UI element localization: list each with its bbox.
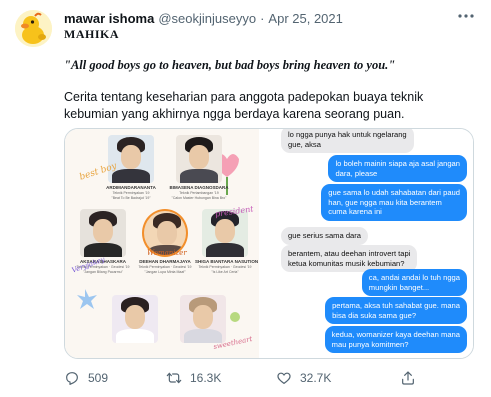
profile-card [173,295,233,343]
card-photo [80,209,126,257]
chat-bubble-incoming: berantem, atau deehan introvert tapi ket… [281,245,418,272]
profile-card [105,295,165,343]
reply-count: 509 [88,371,109,385]
retweet-count: 16.3K [190,371,222,385]
card-line: "Calon Master Hubungan Bina Bro" [171,196,227,200]
chat-bubble-outgoing: pertama, aksa tuh sahabat gue. mana bisa… [325,297,467,324]
profile-card: DEEHAN DHARMAJAYA Teknik Perminyakan · G… [135,209,195,275]
author-handle[interactable]: @seokjinjuseyyo [158,11,256,26]
card-photo [108,135,154,183]
sticker-womanizer: Womanizer [147,249,187,257]
chat-bubble-incoming: gue serius sama dara [281,227,369,245]
profile-card: BIMASENA DIAGNOSDARA Teknik Pertambangan… [169,135,229,201]
tweet-title: MAHIKA [64,27,119,41]
card-line: "Is Like Art Ceria" [211,270,239,274]
tweet-date[interactable]: Apr 25, 2021 [268,11,342,26]
card-photo [176,135,222,183]
more-options-button[interactable] [457,9,475,25]
share-button[interactable] [400,368,416,388]
retweet-button[interactable]: 16.3K [166,368,221,388]
chat-bubble-outgoing: lo boleh mainin siapa aja asal jangan da… [328,155,467,182]
media-divider [259,129,273,358]
tweet-media[interactable]: ARDIMANDARANANTA Teknik Perminyakan '19 … [64,128,474,359]
like-count: 32.7K [300,371,332,385]
tweet-quote: "All good boys go to heaven, but bad boy… [64,57,475,74]
card-line: "Jangan Lupa Minta Maaf" [144,270,186,274]
card-photo [180,295,226,343]
card-line: "Beat To Be Badrajut '19" [111,196,151,200]
tweet-description: Cerita tentang keseharian para anggota p… [64,90,424,121]
duck-avatar-icon [15,10,52,47]
chat-bubble-incoming: lo ngga punya hak untuk ngelarang gue, a… [281,129,414,153]
tweet-actions: 509 16.3K 32.7K [64,368,474,388]
card-photo [112,295,158,343]
heart-icon [277,372,291,384]
chat-bubble-outgoing: gue sama lo udah sahabatan dari paud han… [321,184,467,221]
reply-button[interactable]: 509 [64,368,108,388]
retweet-icon [166,372,182,384]
chat-bubble-outgoing: kedua, womanizer kaya deehan mana mau pu… [324,326,467,353]
share-icon [402,371,414,385]
reply-icon [66,372,78,385]
separator-dot: · [260,10,265,26]
profile-card: SHIGA BIANTARA NASUTION Teknik Perminyak… [195,209,258,275]
like-button[interactable]: 32.7K [276,368,331,388]
author-name[interactable]: mawar ishoma [64,11,154,26]
profile-cards-image: ARDIMANDARANANTA Teknik Perminyakan '19 … [65,129,259,358]
chat-screenshot: lo ngga punya hak untuk ngelarang gue, a… [273,129,473,358]
tweet-header: mawar ishoma @seokjinjuseyyo · Apr 25, 2… [64,9,455,27]
quote-text: "All good boys go to heaven, but bad boy… [64,58,396,72]
author-avatar[interactable] [15,10,52,47]
chat-bubble-outgoing: ca, andai andai lo tuh ngga mungkin bang… [361,269,467,296]
more-dots-icon [458,14,474,18]
tweet: mawar ishoma @seokjinjuseyyo · Apr 25, 2… [0,0,491,397]
